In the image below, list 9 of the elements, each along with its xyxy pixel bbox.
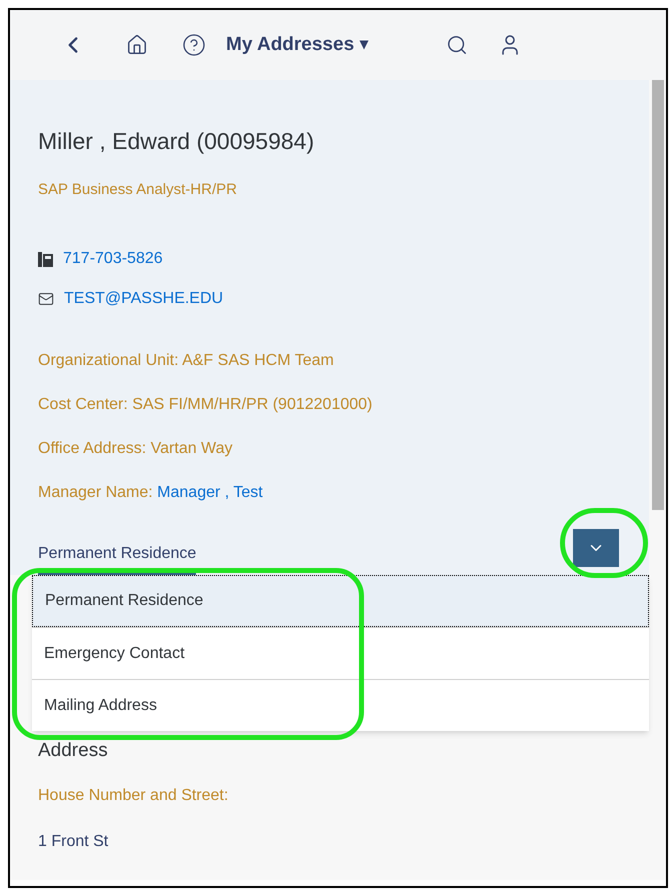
detail-line: Office Address: Vartan Way: [38, 439, 234, 459]
section-heading: Address: [38, 739, 109, 763]
employee-name: Miller , Edward (00095984): [38, 127, 316, 156]
detail-line: Organizational Unit: A&F SAS HCM Team: [38, 351, 335, 371]
detail-line: Manager Name: Manager , Test: [38, 483, 264, 503]
job-title: SAP Business Analyst-HR/PR: [38, 180, 238, 200]
field-label: House Number and Street:: [38, 786, 230, 806]
field-value: 1 Front St: [38, 832, 110, 852]
detail-line: Cost Center: SAS FI/MM/HR/PR (9012201000): [38, 395, 374, 415]
